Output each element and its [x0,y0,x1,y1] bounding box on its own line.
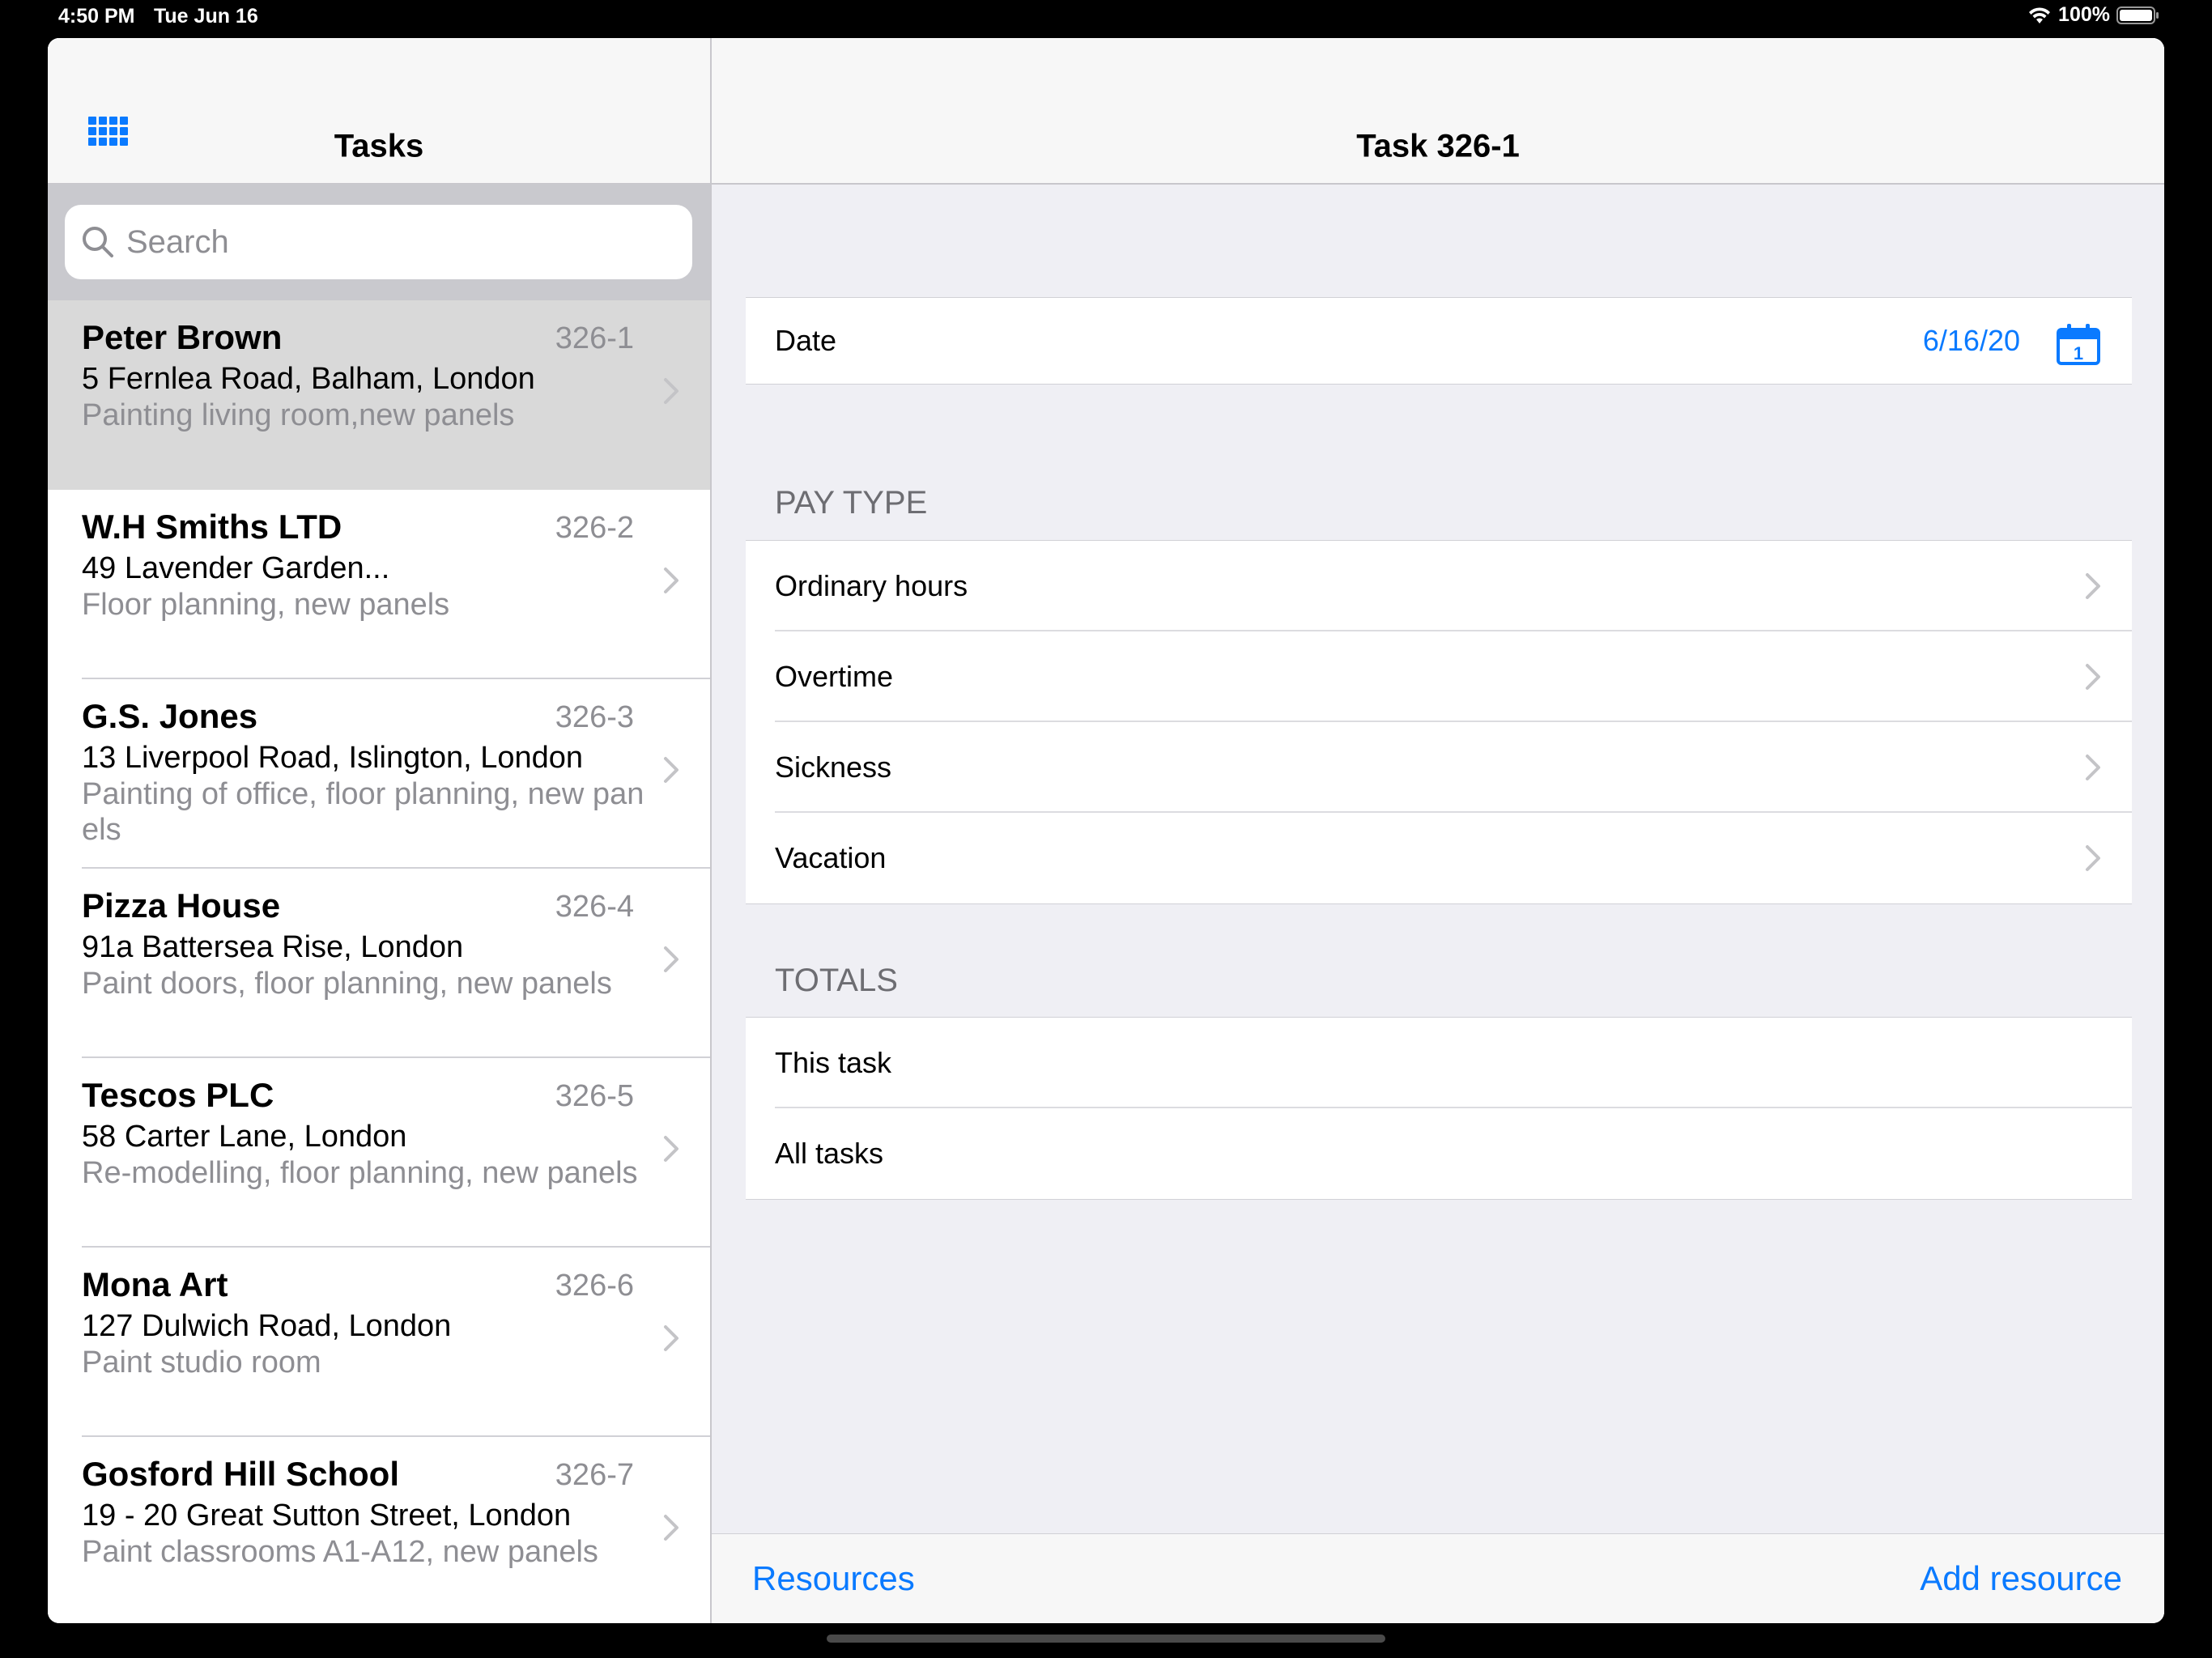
task-address: 49 Lavender Garden... [82,551,390,585]
status-date: Tue Jun 16 [154,5,258,28]
pay-type-cell[interactable]: Sickness [746,722,2132,813]
totals-label: This task [775,1046,892,1079]
task-list: Peter Brown 326-1 5 Fernlea Road, Balham, … [48,300,710,1623]
wifi-icon [2029,6,2051,23]
pay-type-label: Sickness [775,750,892,784]
totals-header: TOTALS [775,963,898,998]
task-name: G.S. Jones [82,697,258,735]
calendar-day: 1 [2074,343,2083,363]
pay-type-label: Ordinary hours [775,569,968,602]
task-address: 19 - 20 Great Sutton Street, London [82,1499,572,1533]
pay-type-label: Vacation [775,841,887,874]
date-value[interactable]: 6/16/20 [1923,324,2020,358]
date-label: Date [775,324,837,357]
chevron-right-icon [2086,573,2100,599]
tasks-sidebar: Tasks Search Peter Brown 326-1 5 Fernlea R… [48,38,712,1623]
search-placeholder: Search [126,223,229,260]
task-row[interactable]: Tescos PLC 326-5 58 Carter Lane, London Re-… [48,1058,710,1248]
task-name: Pizza House [82,886,281,925]
calendar-icon[interactable]: 1 [2056,322,2101,366]
task-id: 326-4 [555,890,634,924]
task-row[interactable]: Pizza House 326-4 91a Battersea Rise, Lond… [48,869,710,1058]
bottom-toolbar: Resources Add resource [712,1533,2164,1623]
status-right: 100% [2027,3,2160,27]
pay-type-cell[interactable]: Vacation [746,813,2132,903]
detail-title: Task 326-1 [1356,128,1520,164]
task-detail: Task 326-1 Date 6/16/20 1 PAY TYPE Ordin… [712,38,2164,1623]
task-name: Mona Art [82,1265,228,1303]
chevron-right-icon [2086,845,2100,871]
date-group: Date 6/16/20 1 [746,297,2132,385]
sidebar-navigation-bar: Tasks [48,38,710,185]
chevron-right-icon [664,946,678,972]
totals-group: This task All tasks [746,1017,2132,1200]
task-id: 326-3 [555,700,634,734]
task-address: 91a Battersea Rise, London [82,930,464,964]
task-description: Re-modelling, floor planning, new panels [82,1156,638,1190]
task-name: Peter Brown [82,318,283,356]
search-icon [83,227,113,257]
task-description: Paint doors, floor planning, new panels [82,967,612,1001]
chevron-right-icon [664,757,678,783]
chevron-right-icon [664,378,678,404]
task-row[interactable]: Gosford Hill School 326-7 19 - 20 Great Su… [48,1437,710,1623]
home-indicator[interactable] [827,1635,1385,1643]
task-address: 5 Fernlea Road, Balham, London [82,362,535,396]
search-input[interactable]: Search [65,205,692,279]
totals-cell[interactable]: All tasks [746,1108,2132,1199]
status-time: 4:50 PM [58,5,135,28]
task-description: Painting of office, floor planning, new … [82,777,644,847]
search-bar: Search [48,184,710,300]
battery-percentage: 100% [2058,3,2110,26]
app-screen: Tasks Search Peter Brown 326-1 5 Fernlea R… [48,38,2164,1623]
task-id: 326-2 [555,511,634,545]
task-name: Gosford Hill School [82,1455,400,1493]
chevron-right-icon [664,1515,678,1541]
pay-type-group: Ordinary hours Overtime Sickness Vacation [746,540,2132,904]
task-description: Paint classrooms A1-A12, new panels [82,1535,598,1569]
pay-type-label: Overtime [775,660,894,693]
task-id: 326-6 [555,1269,634,1303]
resources-button[interactable]: Resources [752,1559,915,1598]
task-name: W.H Smiths LTD [82,508,342,546]
task-id: 326-5 [555,1079,634,1113]
pay-type-cell[interactable]: Overtime [746,631,2132,722]
battery-icon [2116,6,2159,24]
task-row[interactable]: W.H Smiths LTD 326-2 49 Lavender Garden...… [48,490,710,679]
task-id: 326-1 [555,321,634,355]
pay-type-cell[interactable]: Ordinary hours [746,541,2132,631]
task-row[interactable]: G.S. Jones 326-3 13 Liverpool Road, Isling… [48,679,710,869]
date-cell[interactable]: Date 6/16/20 1 [746,298,2132,384]
task-name: Tescos PLC [82,1076,274,1114]
totals-label: All tasks [775,1137,884,1170]
chevron-right-icon [664,568,678,593]
task-row[interactable]: Peter Brown 326-1 5 Fernlea Road, Balham, … [48,300,710,490]
task-description: Floor planning, new panels [82,588,450,622]
chevron-right-icon [664,1325,678,1351]
chevron-right-icon [2086,664,2100,690]
status-bar: 4:50 PM Tue Jun 16 100% [0,0,2212,36]
task-id: 326-7 [555,1458,634,1492]
detail-navigation-bar: Task 326-1 [712,38,2164,185]
pay-type-header: PAY TYPE [775,485,928,521]
sidebar-title: Tasks [334,128,424,164]
task-address: 58 Carter Lane, London [82,1120,407,1154]
task-description: Painting living room,new panels [82,398,515,432]
chevron-right-icon [664,1136,678,1162]
chevron-right-icon [2086,755,2100,780]
task-row[interactable]: Mona Art 326-6 127 Dulwich Road, London Pai… [48,1248,710,1437]
add-resource-button[interactable]: Add resource [1920,1559,2122,1598]
task-address: 13 Liverpool Road, Islington, London [82,741,584,775]
task-description: Paint studio room [82,1346,321,1380]
task-address: 127 Dulwich Road, London [82,1309,452,1343]
totals-cell[interactable]: This task [746,1018,2132,1108]
